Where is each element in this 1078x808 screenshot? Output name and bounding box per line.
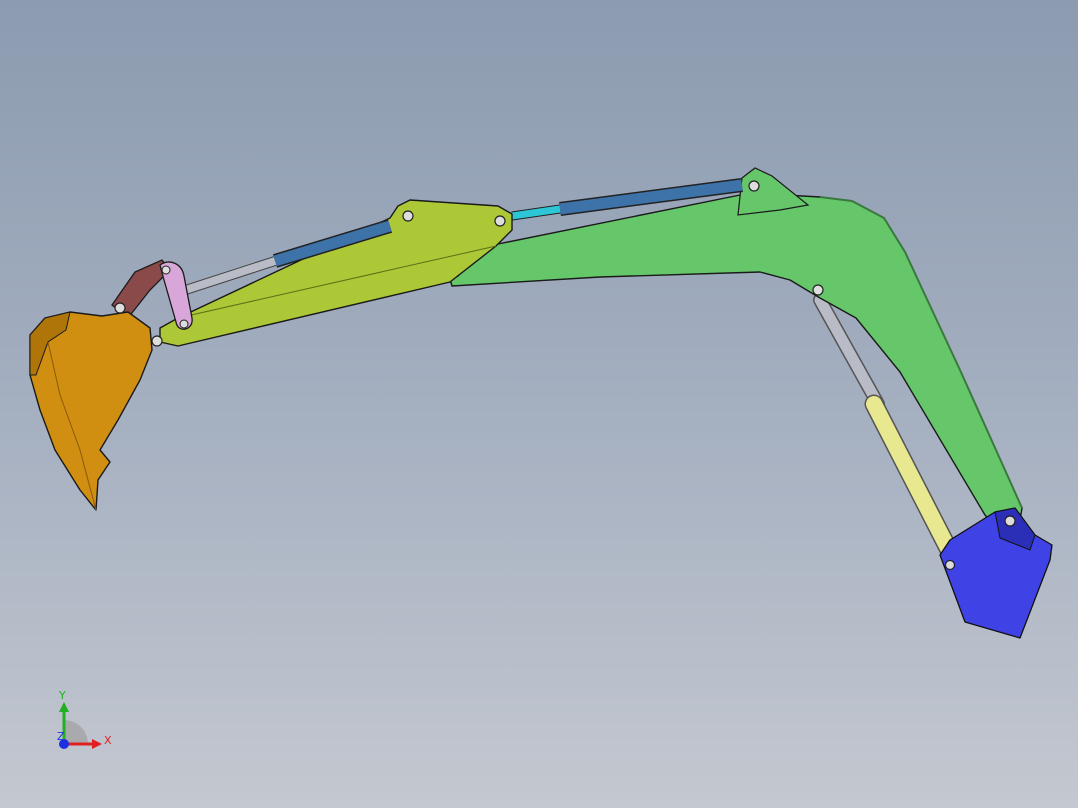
stick-arm[interactable]	[159, 199, 513, 347]
stick-bucket-pin[interactable]	[151, 335, 163, 347]
swing-base[interactable]	[939, 507, 1053, 639]
stick-head-pin-left[interactable]	[402, 210, 414, 222]
boom[interactable]	[444, 192, 1023, 533]
triad-z-label: Z	[57, 730, 65, 743]
rocker-link-pin-bottom[interactable]	[179, 319, 189, 329]
boom-mid-pin[interactable]	[812, 284, 824, 296]
coordinate-triad: Y X Z	[57, 689, 112, 749]
rocker-link-pin-top[interactable]	[161, 265, 171, 275]
triad-x-label: X	[104, 734, 112, 747]
swing-base-pin-cylinder[interactable]	[944, 559, 956, 571]
excavator-arm-model[interactable]: Y X Z	[0, 0, 1078, 808]
triad-x-arrow-icon	[92, 739, 102, 749]
stick-cylinder-rod-fill	[511, 205, 561, 220]
cad-viewport[interactable]: Y X Z	[0, 0, 1078, 808]
triad-y-label: Y	[58, 689, 66, 702]
triad-quarter-disc	[64, 720, 88, 744]
stick-head-pin-right[interactable]	[494, 215, 506, 227]
boom-bracket-pin[interactable]	[748, 180, 760, 192]
bucket-pin[interactable]	[114, 302, 126, 314]
swing-base-pin-top[interactable]	[1004, 515, 1016, 527]
triad-y-arrow-icon	[59, 702, 69, 712]
